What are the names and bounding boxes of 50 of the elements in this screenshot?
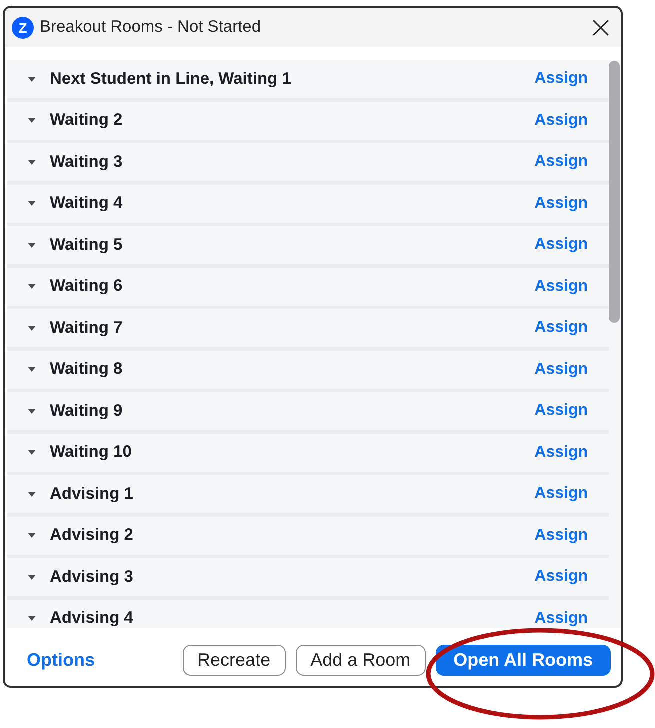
room-name: Advising 3 bbox=[50, 568, 134, 586]
open-rooms-button[interactable]: Open All Rooms bbox=[436, 645, 611, 676]
footer-button[interactable]: Recreate bbox=[182, 645, 286, 676]
room-name: Next Student in Line, Waiting 1 bbox=[50, 70, 292, 88]
caret-icon[interactable] bbox=[28, 118, 36, 123]
caret-icon[interactable] bbox=[28, 160, 36, 164]
assign-button[interactable]: Assign bbox=[534, 112, 588, 130]
caret-icon[interactable] bbox=[28, 76, 36, 82]
assign-button[interactable]: Assign bbox=[534, 153, 588, 171]
window-title: Breakout Rooms - Not Started bbox=[40, 18, 262, 37]
caret-icon[interactable] bbox=[28, 533, 36, 538]
assign-button[interactable]: Assign bbox=[534, 70, 588, 88]
room-name: Waiting 8 bbox=[50, 360, 124, 379]
room-name: Waiting 3 bbox=[50, 152, 124, 172]
room-name: Waiting 9 bbox=[50, 402, 124, 420]
caret-icon[interactable] bbox=[28, 367, 36, 372]
room-name: Waiting 10 bbox=[50, 443, 133, 462]
assign-button[interactable]: Assign bbox=[534, 444, 588, 462]
scrollbar-thumb[interactable] bbox=[609, 61, 620, 323]
room-name: Waiting 4 bbox=[50, 194, 124, 213]
caret-icon[interactable] bbox=[28, 616, 36, 621]
caret-icon[interactable] bbox=[28, 284, 36, 289]
caret-icon[interactable] bbox=[28, 450, 36, 455]
assign-button[interactable]: Assign bbox=[534, 526, 588, 544]
room-name: Advising 1 bbox=[50, 484, 134, 504]
assign-button[interactable]: Assign bbox=[534, 278, 588, 296]
caret-icon[interactable] bbox=[28, 201, 36, 206]
assign-button[interactable]: Assign bbox=[534, 360, 588, 378]
assign-button[interactable]: Assign bbox=[534, 194, 588, 212]
room-name: Waiting 7 bbox=[50, 318, 124, 338]
assign-button[interactable]: Assign bbox=[534, 568, 588, 586]
assign-button[interactable]: Assign bbox=[534, 485, 588, 503]
room-name: Waiting 2 bbox=[50, 111, 124, 130]
caret-icon[interactable] bbox=[28, 492, 36, 496]
close-icon[interactable] bbox=[593, 20, 609, 36]
caret-icon[interactable] bbox=[28, 574, 36, 580]
room-name: Advising 2 bbox=[50, 526, 134, 545]
room-name: Waiting 5 bbox=[50, 236, 124, 254]
caret-icon[interactable] bbox=[28, 242, 36, 248]
app-logo: Z bbox=[12, 16, 34, 38]
room-name: Waiting 6 bbox=[50, 277, 124, 296]
assign-button[interactable]: Assign bbox=[534, 236, 588, 254]
caret-icon[interactable] bbox=[28, 326, 36, 330]
caret-icon[interactable] bbox=[28, 408, 36, 414]
assign-button[interactable]: Assign bbox=[534, 402, 588, 420]
options-link[interactable]: Options bbox=[27, 650, 95, 671]
assign-button[interactable]: Assign bbox=[534, 610, 588, 628]
footer-button[interactable]: Add a Room bbox=[296, 645, 426, 676]
assign-button[interactable]: Assign bbox=[534, 319, 588, 337]
room-name: Advising 4 bbox=[50, 609, 134, 628]
